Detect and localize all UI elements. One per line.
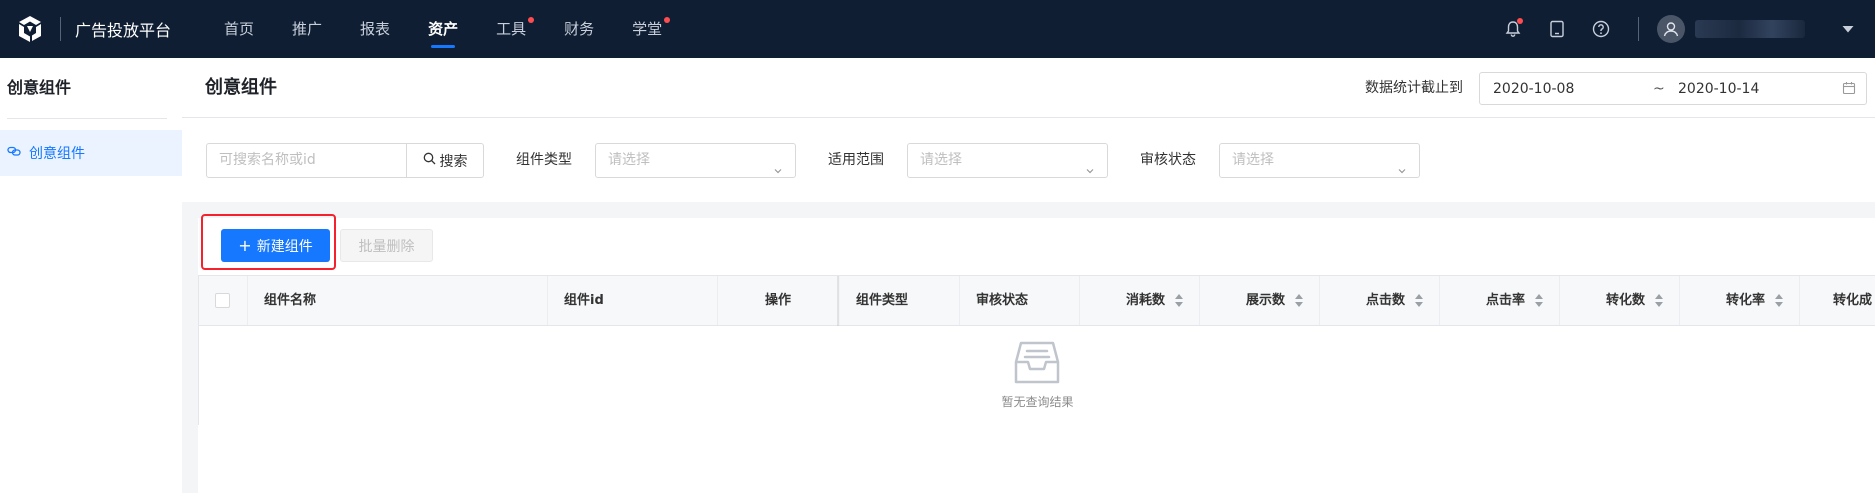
nav-item-academy[interactable]: 学堂 bbox=[613, 0, 681, 58]
components-table: 组件名称 组件id 操作 组件类型 审核状态 消耗数 展示数 点击数 点击率 转… bbox=[198, 275, 1875, 425]
empty-state-text: 暂无查询结果 bbox=[1001, 395, 1074, 409]
column-header-audit-status[interactable]: 审核状态 bbox=[960, 276, 1080, 325]
audit-status-select[interactable]: 请选择 bbox=[1219, 143, 1420, 178]
caret-down-icon[interactable] bbox=[1841, 22, 1855, 36]
date-range-picker[interactable]: 2020-10-08 ~ 2020-10-14 bbox=[1479, 72, 1867, 105]
user-avatar-icon[interactable] bbox=[1657, 15, 1685, 43]
select-placeholder: 请选择 bbox=[608, 152, 650, 168]
main-content: 创意组件 数据统计截止到 2020-10-08 ~ 2020-10-14 可搜索… bbox=[182, 58, 1875, 493]
bell-icon[interactable] bbox=[1502, 18, 1524, 40]
search-input[interactable]: 可搜索名称或id bbox=[206, 143, 407, 178]
nav-item-label: 资产 bbox=[428, 20, 459, 38]
tablet-icon[interactable] bbox=[1546, 18, 1568, 40]
plus-icon: + bbox=[238, 236, 252, 255]
sort-icon[interactable] bbox=[1415, 294, 1423, 307]
help-icon[interactable] bbox=[1590, 18, 1612, 40]
sidebar-item-creative-components[interactable]: 创意组件 bbox=[0, 130, 182, 176]
column-header-conversions[interactable]: 转化数 bbox=[1560, 276, 1680, 325]
top-navigation-bar: 广告投放平台 首页 推广 报表 资产 工具 财务 学堂 bbox=[0, 0, 1875, 58]
component-type-label: 组件类型 bbox=[516, 152, 572, 168]
calendar-icon[interactable] bbox=[1842, 81, 1856, 99]
component-list-panel: + 新建组件 批量删除 组件名称 组件id 操作 组件类型 审核状态 消耗数 展… bbox=[198, 214, 1875, 493]
filter-bar: 可搜索名称或id 搜索 组件类型 请选择 适用范围 请选择 审核状态 请选择 bbox=[182, 118, 1875, 202]
main-nav: 首页 推广 报表 资产 工具 财务 学堂 bbox=[205, 0, 681, 58]
page-title: 创意组件 bbox=[205, 77, 277, 98]
nav-item-label: 工具 bbox=[496, 20, 527, 38]
nav-item-assets[interactable]: 资产 bbox=[409, 0, 477, 58]
date-start[interactable]: 2020-10-08 bbox=[1493, 81, 1574, 97]
sidebar-divider bbox=[7, 118, 167, 119]
select-all-checkbox[interactable] bbox=[215, 293, 230, 308]
new-component-label: 新建组件 bbox=[256, 238, 313, 255]
audit-status-label: 审核状态 bbox=[1140, 152, 1196, 168]
column-header-name[interactable]: 组件名称 bbox=[248, 276, 548, 325]
user-name-redacted[interactable] bbox=[1695, 20, 1805, 38]
select-all-cell bbox=[199, 276, 248, 325]
date-label: 数据统计截止到 bbox=[1365, 80, 1463, 96]
notification-dot bbox=[1517, 18, 1523, 24]
column-header-type[interactable]: 组件类型 bbox=[840, 276, 960, 325]
column-header-label: 点击数 bbox=[1365, 293, 1405, 308]
platform-name[interactable]: 广告投放平台 bbox=[75, 17, 171, 41]
nav-item-tools[interactable]: 工具 bbox=[477, 0, 545, 58]
sort-icon[interactable] bbox=[1655, 294, 1663, 307]
component-type-select[interactable]: 请选择 bbox=[595, 143, 796, 178]
platform-logo-icon[interactable] bbox=[12, 11, 48, 47]
column-header-label: 展示数 bbox=[1245, 293, 1285, 308]
column-header-ctr[interactable]: 点击率 bbox=[1440, 276, 1560, 325]
nav-item-finance[interactable]: 财务 bbox=[545, 0, 613, 58]
nav-item-label: 财务 bbox=[564, 20, 595, 38]
select-placeholder: 请选择 bbox=[1232, 152, 1274, 168]
notification-dot bbox=[664, 17, 671, 23]
scope-select[interactable]: 请选择 bbox=[907, 143, 1108, 178]
nav-item-label: 报表 bbox=[360, 20, 391, 38]
scope-label: 适用范围 bbox=[828, 152, 884, 168]
sort-icon[interactable] bbox=[1775, 294, 1783, 307]
topbar-divider bbox=[1638, 17, 1639, 41]
column-header-cost[interactable]: 消耗数 bbox=[1080, 276, 1200, 325]
column-header-label: 点击率 bbox=[1485, 293, 1525, 308]
sort-icon[interactable] bbox=[1175, 294, 1183, 307]
link-icon bbox=[7, 144, 21, 162]
table-header: 组件名称 组件id 操作 组件类型 审核状态 消耗数 展示数 点击数 点击率 转… bbox=[199, 276, 1875, 326]
chevron-down-icon bbox=[1085, 156, 1095, 189]
column-header-impressions[interactable]: 展示数 bbox=[1200, 276, 1320, 325]
nav-item-reports[interactable]: 报表 bbox=[341, 0, 409, 58]
column-header-cvr[interactable]: 转化率 bbox=[1680, 276, 1800, 325]
nav-item-promotion[interactable]: 推广 bbox=[273, 0, 341, 58]
left-sidebar: 创意组件 创意组件 bbox=[0, 58, 182, 493]
batch-delete-button[interactable]: 批量删除 bbox=[340, 229, 433, 262]
sidebar-item-label: 创意组件 bbox=[29, 146, 85, 162]
column-header-label: 消耗数 bbox=[1125, 293, 1165, 308]
chevron-down-icon bbox=[773, 156, 783, 189]
column-header-label: 转化数 bbox=[1605, 293, 1645, 308]
select-placeholder: 请选择 bbox=[920, 152, 962, 168]
nav-item-label: 推广 bbox=[292, 20, 323, 38]
new-component-button[interactable]: + 新建组件 bbox=[221, 229, 330, 262]
empty-inbox-icon bbox=[1011, 338, 1063, 392]
column-header-clicks[interactable]: 点击数 bbox=[1320, 276, 1440, 325]
nav-item-label: 学堂 bbox=[632, 20, 663, 38]
topbar-right bbox=[1502, 0, 1875, 58]
search-icon bbox=[423, 152, 436, 169]
sort-icon[interactable] bbox=[1535, 294, 1543, 307]
date-separator: ~ bbox=[1653, 80, 1665, 97]
column-header-actions[interactable]: 操作 bbox=[718, 276, 839, 325]
sidebar-title: 创意组件 bbox=[7, 78, 72, 97]
nav-item-home[interactable]: 首页 bbox=[205, 0, 273, 58]
search-button-label: 搜索 bbox=[439, 153, 468, 170]
sort-icon[interactable] bbox=[1295, 294, 1303, 307]
notification-dot bbox=[528, 17, 535, 23]
chevron-down-icon bbox=[1397, 156, 1407, 189]
nav-item-label: 首页 bbox=[224, 20, 255, 38]
empty-state: 暂无查询结果 bbox=[199, 326, 1875, 425]
date-end[interactable]: 2020-10-14 bbox=[1678, 81, 1759, 97]
search-button[interactable]: 搜索 bbox=[406, 143, 484, 178]
column-header-label: 转化率 bbox=[1725, 293, 1765, 308]
column-header-id[interactable]: 组件id bbox=[548, 276, 718, 325]
logo-divider bbox=[60, 17, 61, 41]
page-header: 创意组件 数据统计截止到 2020-10-08 ~ 2020-10-14 bbox=[182, 58, 1875, 118]
column-header-conversion-cost[interactable]: 转化成 bbox=[1800, 276, 1875, 325]
